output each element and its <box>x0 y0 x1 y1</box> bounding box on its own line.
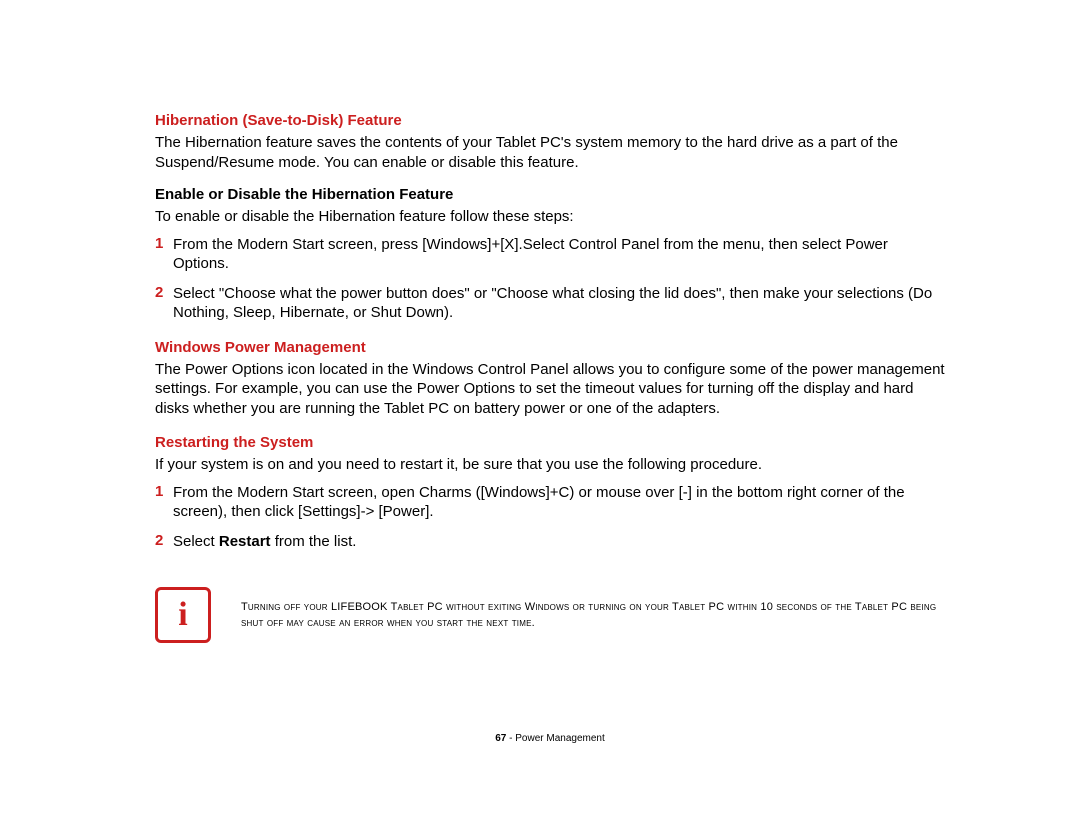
list-number: 2 <box>155 284 173 301</box>
intro-enable-disable: To enable or disable the Hibernation fea… <box>155 207 945 227</box>
info-note-text: Turning off your LIFEBOOK Tablet PC with… <box>241 599 945 632</box>
text-bold: Restart <box>219 533 271 550</box>
list-item: 1 From the Modern Start screen, open Cha… <box>155 483 945 522</box>
section-restart: Restarting the System If your system is … <box>155 434 945 551</box>
heading-restart: Restarting the System <box>155 434 945 451</box>
intro-restart: If your system is on and you need to res… <box>155 455 945 475</box>
info-icon: i <box>155 587 211 643</box>
footer-page-number: 67 <box>495 733 506 744</box>
list-item: 2 Select Restart from the list. <box>155 532 945 552</box>
heading-power-mgmt: Windows Power Management <box>155 339 945 356</box>
footer-separator: - <box>506 733 515 744</box>
heading-hibernation: Hibernation (Save-to-Disk) Feature <box>155 112 945 129</box>
body-power-mgmt: The Power Options icon located in the Wi… <box>155 360 945 419</box>
list-text: From the Modern Start screen, open Charm… <box>173 483 945 522</box>
list-enable-disable: 1 From the Modern Start screen, press [W… <box>155 235 945 323</box>
list-number: 2 <box>155 532 173 549</box>
page-footer: 67 - Power Management <box>155 733 945 744</box>
list-item: 2 Select "Choose what the power button d… <box>155 284 945 323</box>
list-item: 1 From the Modern Start screen, press [W… <box>155 235 945 274</box>
section-power-mgmt: Windows Power Management The Power Optio… <box>155 339 945 419</box>
body-hibernation: The Hibernation feature saves the conten… <box>155 133 945 172</box>
list-text: Select Restart from the list. <box>173 532 356 552</box>
info-note: i Turning off your LIFEBOOK Tablet PC wi… <box>155 587 945 643</box>
text-post: from the list. <box>271 533 357 550</box>
list-text: Select "Choose what the power button doe… <box>173 284 945 323</box>
heading-enable-disable: Enable or Disable the Hibernation Featur… <box>155 186 945 203</box>
list-number: 1 <box>155 235 173 252</box>
section-enable-disable: Enable or Disable the Hibernation Featur… <box>155 186 945 323</box>
section-hibernation: Hibernation (Save-to-Disk) Feature The H… <box>155 112 945 172</box>
page-content: Hibernation (Save-to-Disk) Feature The H… <box>0 0 1080 744</box>
info-icon-glyph: i <box>178 598 187 632</box>
footer-title: Power Management <box>515 733 605 744</box>
list-text: From the Modern Start screen, press [Win… <box>173 235 945 274</box>
list-restart: 1 From the Modern Start screen, open Cha… <box>155 483 945 552</box>
list-number: 1 <box>155 483 173 500</box>
text-pre: Select <box>173 533 219 550</box>
